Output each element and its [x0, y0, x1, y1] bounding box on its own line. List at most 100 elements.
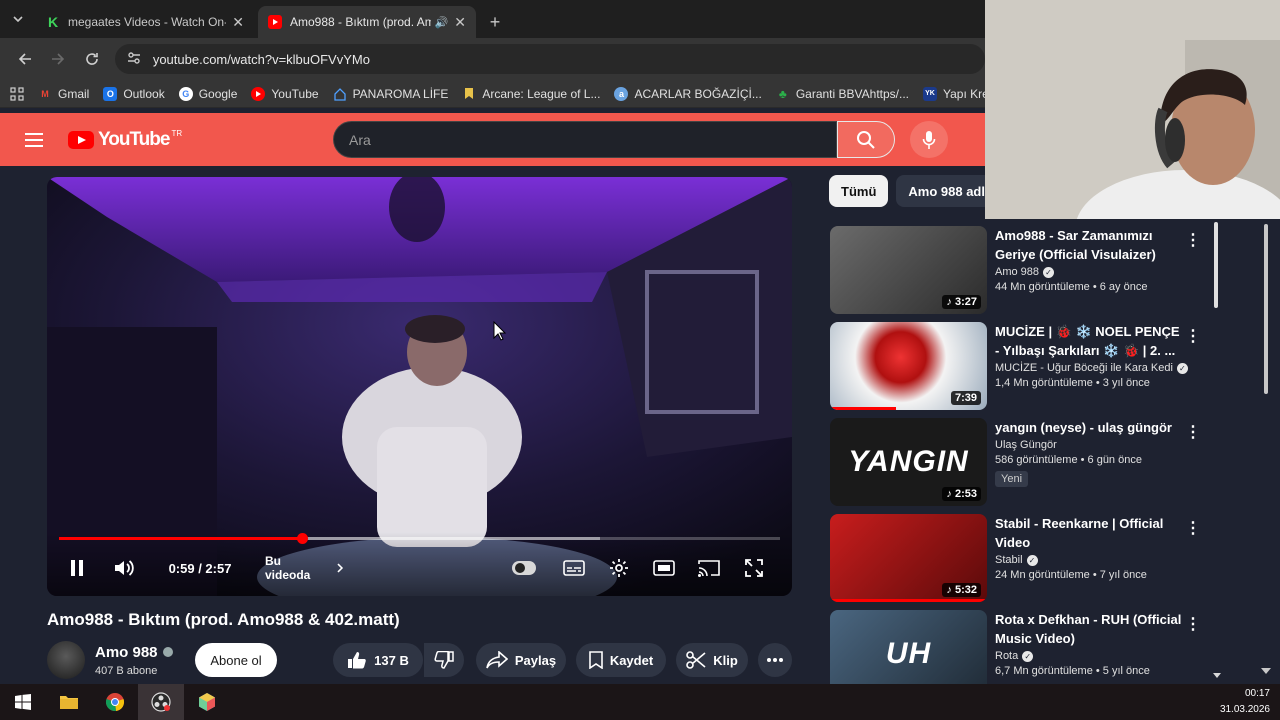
- player-controls: 0:59 / 2:57 Bu videoda: [47, 532, 792, 596]
- more-actions-button[interactable]: [758, 643, 792, 677]
- bookmark-google[interactable]: G Google: [178, 86, 237, 101]
- app-cube-button[interactable]: [184, 684, 230, 720]
- rec-title[interactable]: yangın (neyse) - ulaş güngör: [995, 418, 1185, 437]
- audio-playing-icon[interactable]: 🔊: [435, 16, 449, 29]
- menu-button[interactable]: [0, 132, 68, 147]
- theater-mode-button[interactable]: [651, 554, 677, 582]
- bookmark-save-icon: [589, 651, 603, 669]
- recommendation-item[interactable]: ♪ 3:27 Amo988 - Sar Zamanımızı Geriye (Of…: [830, 226, 1210, 316]
- tab-search-button[interactable]: [0, 0, 36, 38]
- chrome-button[interactable]: [92, 684, 138, 720]
- chapter-button[interactable]: Bu videoda: [265, 554, 345, 582]
- subscribe-button[interactable]: Abone ol: [195, 643, 277, 677]
- share-button[interactable]: Paylaş: [476, 643, 566, 677]
- bookmark-panaroma[interactable]: PANAROMA LİFE: [333, 87, 448, 101]
- rec-title[interactable]: Rota x Defkhan - RUH (Official Music Vide…: [995, 610, 1185, 648]
- bookmark-acarlar[interactable]: a ACARLAR BOĞAZİÇİ...: [614, 86, 762, 101]
- recommendation-item[interactable]: 7:39 MUCİZE | 🐞 ❄️ NOEL PENÇE - Yılbaşı Ş…: [830, 322, 1210, 412]
- region-code: TR: [171, 128, 183, 138]
- save-label: Kaydet: [609, 652, 654, 668]
- recommendation-item[interactable]: YANGIN ♪ 2:53 yangın (neyse) - ulaş güngö…: [830, 418, 1210, 508]
- dislike-button[interactable]: [424, 643, 464, 677]
- channel-avatar[interactable]: [47, 641, 85, 679]
- more-vertical-icon[interactable]: ⋮: [1185, 422, 1201, 442]
- rec-title[interactable]: Stabil - Reenkarne | Official Video: [995, 514, 1185, 552]
- youtube-logo[interactable]: YouTube TR: [68, 129, 182, 151]
- played-bar: [59, 537, 302, 540]
- browser-tab-youtube[interactable]: Amo988 - Bıktım (prod. Am 🔊 ✕: [258, 6, 476, 38]
- site-settings-icon[interactable]: [127, 51, 141, 67]
- bookmark-label: YouTube: [271, 86, 319, 101]
- thumbs-up-icon: [347, 651, 367, 669]
- rec-title-line: Amo988 - Sar Zamanımızı: [995, 228, 1153, 243]
- more-vertical-icon[interactable]: ⋮: [1185, 326, 1201, 346]
- apps-button[interactable]: [10, 86, 24, 101]
- rec-channel[interactable]: Ulaş Güngör: [995, 439, 1185, 451]
- search-input[interactable]: Ara: [333, 121, 837, 158]
- more-vertical-icon[interactable]: ⋮: [1185, 614, 1201, 634]
- back-button[interactable]: [8, 42, 42, 76]
- settings-button[interactable]: [606, 554, 632, 582]
- rec-channel-name: MUCİZE - Uğur Böceği ile Kara Kedi: [995, 362, 1173, 374]
- cast-button[interactable]: [696, 554, 722, 582]
- close-tab-icon[interactable]: ✕: [232, 14, 244, 31]
- chip-all[interactable]: Tümü: [829, 175, 889, 207]
- bookmark-outlook[interactable]: O Outlook: [103, 86, 165, 101]
- scrubber-handle[interactable]: [296, 533, 308, 544]
- video-player[interactable]: 0:59 / 2:57 Bu videoda: [47, 177, 792, 596]
- video-thumbnail[interactable]: ♪ 3:27: [830, 226, 987, 314]
- rec-title[interactable]: Amo988 - Sar Zamanımızı Geriye (Official …: [995, 226, 1185, 264]
- rec-title-line: Rota x Defkhan - RUH (Official: [995, 612, 1182, 627]
- bookmark-garanti[interactable]: ♣ Garanti BBVAhttps/...: [776, 87, 909, 101]
- forward-button[interactable]: [42, 42, 76, 76]
- address-bar[interactable]: youtube.com/watch?v=klbuOFVvYMo: [114, 44, 985, 74]
- fullscreen-button[interactable]: [741, 554, 767, 582]
- bookmark-arcane[interactable]: Arcane: League of L...: [462, 87, 600, 101]
- subtitles-button[interactable]: [561, 554, 587, 582]
- channel-name[interactable]: Amo 988: [95, 644, 158, 661]
- duration-text: 3:27: [954, 296, 977, 308]
- search-button[interactable]: [837, 121, 895, 158]
- save-button[interactable]: Kaydet: [576, 643, 666, 677]
- verified-icon: ✓: [1026, 554, 1038, 566]
- rec-channel[interactable]: Rota ✓: [995, 650, 1185, 662]
- rec-channel[interactable]: Amo 988 ✓: [995, 266, 1185, 278]
- video-thumbnail[interactable]: ♪ 5:32: [830, 514, 987, 602]
- scroll-down-arrow-icon[interactable]: [1261, 668, 1271, 674]
- rec-channel[interactable]: MUCİZE - Uğur Böceği ile Kara Kedi ✓: [995, 362, 1188, 374]
- more-vertical-icon[interactable]: ⋮: [1185, 230, 1201, 250]
- reload-button[interactable]: [75, 42, 109, 76]
- rec-title[interactable]: MUCİZE | 🐞 ❄️ NOEL PENÇE - Yılbaşı Şarkıl…: [995, 322, 1185, 360]
- close-tab-icon[interactable]: ✕: [454, 14, 466, 31]
- list-scroll-down-arrow-icon[interactable]: [1213, 673, 1221, 678]
- clip-label: Klip: [713, 652, 738, 668]
- video-thumbnail[interactable]: 7:39: [830, 322, 987, 410]
- bookmark-youtube[interactable]: YouTube: [251, 86, 319, 101]
- like-button[interactable]: 137 B: [333, 643, 423, 677]
- voice-search-button[interactable]: [910, 121, 948, 158]
- share-icon: [486, 651, 508, 669]
- system-clock[interactable]: 00:17 31.03.2026: [1220, 686, 1270, 718]
- volume-button[interactable]: [111, 554, 139, 582]
- autoplay-toggle[interactable]: [511, 554, 537, 582]
- recommendations-scrollbar[interactable]: [1214, 222, 1218, 308]
- new-tab-button[interactable]: +: [480, 6, 510, 38]
- bookmark-label: Outlook: [123, 86, 165, 101]
- bookmark-gmail[interactable]: M Gmail: [38, 87, 89, 101]
- pause-button[interactable]: [63, 554, 91, 582]
- file-explorer-button[interactable]: [46, 684, 92, 720]
- share-label: Paylaş: [514, 652, 557, 668]
- clip-button[interactable]: Klip: [676, 643, 748, 677]
- rec-meta: 586 görüntüleme • 6 gün önce: [995, 454, 1142, 466]
- browser-tab-megaates[interactable]: K megaates Videos - Watch On-D ✕: [36, 6, 254, 38]
- start-button[interactable]: [0, 684, 46, 720]
- clock-time: 00:17: [1244, 688, 1270, 699]
- rec-channel[interactable]: Stabil ✓: [995, 554, 1185, 566]
- obs-button[interactable]: [138, 684, 184, 720]
- progress-bar[interactable]: [59, 533, 780, 544]
- page-scrollbar[interactable]: [1264, 224, 1268, 394]
- music-note-icon: ♪: [946, 584, 955, 596]
- more-vertical-icon[interactable]: ⋮: [1185, 518, 1201, 538]
- video-thumbnail[interactable]: YANGIN ♪ 2:53: [830, 418, 987, 506]
- recommendation-item[interactable]: ♪ 5:32 Stabil - Reenkarne | Official Vide…: [830, 514, 1210, 604]
